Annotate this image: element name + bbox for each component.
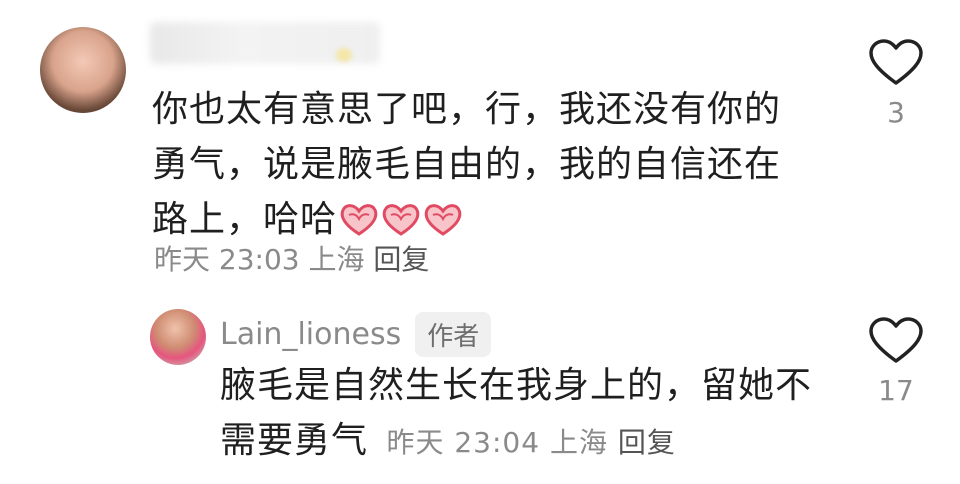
comment-text-line: 腋毛是自然生长在我身上的，留她不 <box>220 365 813 406</box>
heart-hands-emoji <box>340 204 378 236</box>
reply-button[interactable]: 回复 <box>373 243 429 276</box>
comment-text-line-part: 路上，哈哈 <box>152 199 338 240</box>
comment-text-line: 你也太有意思了吧，行，我还没有你的 <box>152 89 782 130</box>
user-badge-icon <box>336 48 352 62</box>
heart-hands-emoji <box>424 204 462 236</box>
like-count: 3 <box>887 96 905 129</box>
comment-meta: 昨天 23:03 上海 回复 <box>154 238 429 278</box>
comment-time: 昨天 23:03 <box>154 243 300 276</box>
heart-icon <box>869 317 923 363</box>
reply-header: Lain_lioness 作者 <box>220 312 492 357</box>
avatar[interactable] <box>40 27 126 113</box>
heart-icon <box>869 39 923 85</box>
comment-text-line: 勇气，说是腋毛自由的，我的自信还在 <box>152 144 782 185</box>
reply-button[interactable]: 回复 <box>618 426 676 459</box>
like-count: 17 <box>878 374 914 407</box>
comment-text: 你也太有意思了吧，行，我还没有你的 勇气，说是腋毛自由的，我的自信还在 路上，哈… <box>152 82 781 247</box>
comment-text-line-part: 需要勇气 <box>220 420 369 461</box>
comment-location: 上海 <box>308 243 365 276</box>
comment-meta: 昨天 23:04 上海 回复 <box>386 426 675 459</box>
comment-text-line: 需要勇气 昨天 23:04 上海 回复 <box>220 413 812 470</box>
comment-text: 腋毛是自然生长在我身上的，留她不 需要勇气 昨天 23:04 上海 回复 <box>220 358 812 470</box>
comment-time: 昨天 23:04 <box>386 426 541 459</box>
author-badge: 作者 <box>415 312 492 357</box>
heart-hands-emoji <box>382 204 420 236</box>
avatar[interactable] <box>150 309 206 365</box>
username[interactable]: Lain_lioness <box>220 317 401 352</box>
comment-location: 上海 <box>549 426 608 459</box>
like-button[interactable]: 3 <box>866 38 926 129</box>
like-button[interactable]: 17 <box>866 316 926 407</box>
